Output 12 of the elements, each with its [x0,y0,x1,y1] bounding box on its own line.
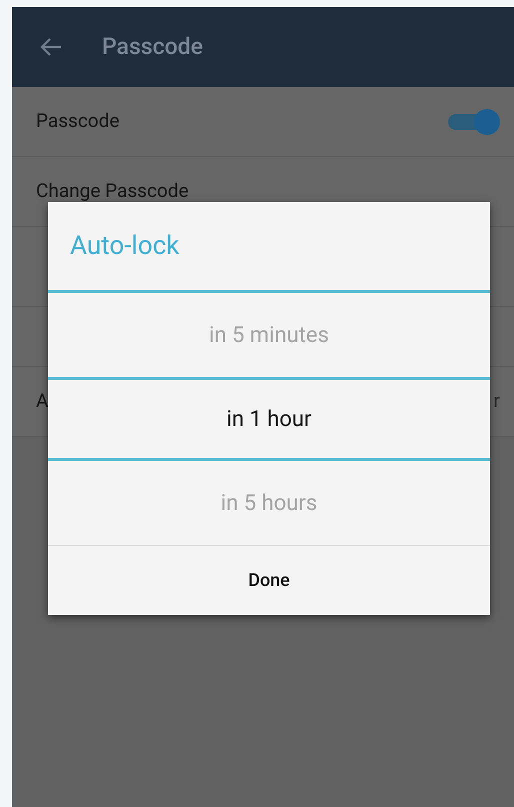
setting-label: A [36,388,48,414]
back-arrow-icon[interactable] [40,37,62,57]
picker-option[interactable]: in 5 minutes [48,293,490,377]
setting-label[interactable]: Change Passcode [36,177,189,206]
picker-option[interactable]: in 1 hour [48,377,490,461]
toggle-switch[interactable] [448,108,500,134]
app-bar-title: Passcode [102,32,203,62]
setting-value: r [494,388,500,414]
picker-option[interactable]: in 5 hours [48,461,490,545]
done-button[interactable]: Done [48,545,490,615]
setting-label: Passcode [36,108,120,134]
dialog-title: Auto-lock [70,230,180,262]
